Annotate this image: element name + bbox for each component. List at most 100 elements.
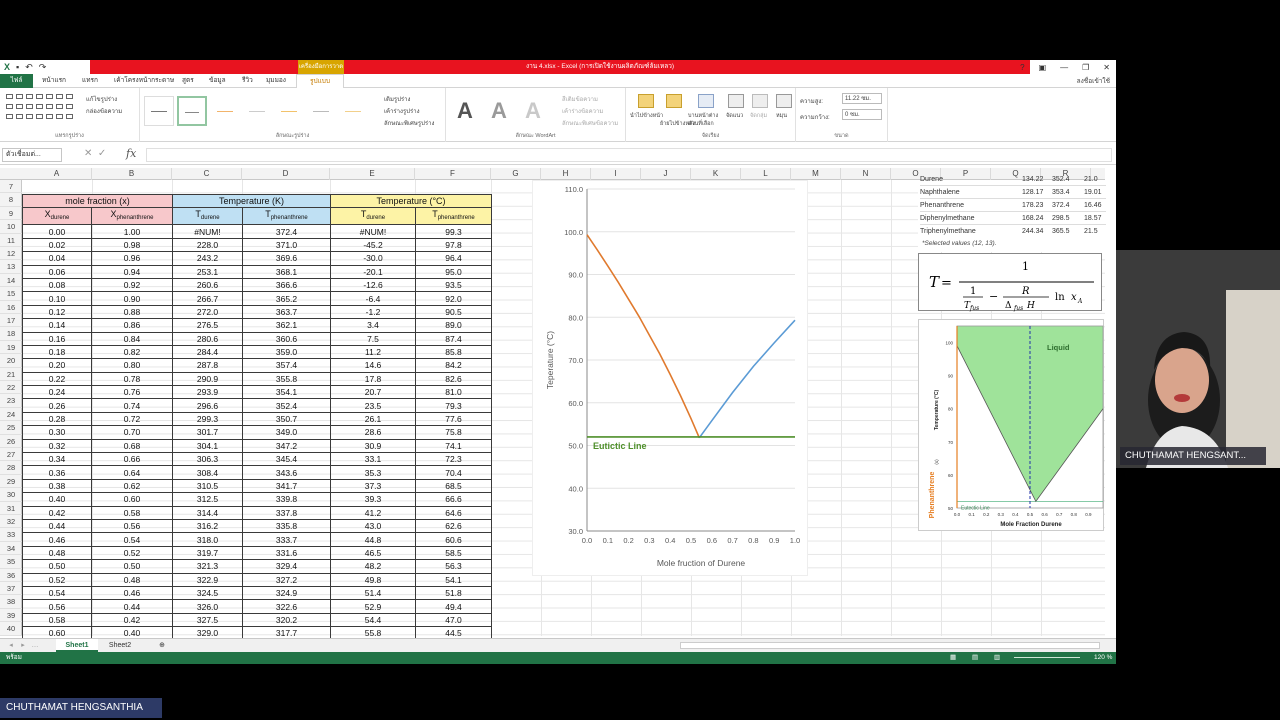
cell-t-durene-c[interactable]: 54.4 <box>330 612 416 628</box>
cell-x-phenanthrene[interactable]: 0.92 <box>91 277 173 293</box>
cell-t-durene-c[interactable]: 41.2 <box>330 505 416 520</box>
cell-x-phenanthrene[interactable]: 0.64 <box>91 465 173 480</box>
cell-x-phenanthrene[interactable]: 0.42 <box>91 612 173 628</box>
rotate-label[interactable]: หมุน <box>776 112 787 120</box>
header-temperature-k[interactable]: Temperature (K) <box>172 193 331 209</box>
header-t-durene-c[interactable]: Tdurene <box>330 207 416 226</box>
cell-t-durene-k[interactable]: 276.5 <box>172 318 243 333</box>
column-header[interactable]: J <box>641 168 691 180</box>
cell-x-durene[interactable]: 0.36 <box>22 465 92 480</box>
shape-outline-button[interactable]: เค้าร่างรูปร่าง <box>384 106 420 116</box>
cell-t-durene-k[interactable]: 272.0 <box>172 304 243 320</box>
bring-forward-label[interactable]: นำไปข้างหน้า <box>630 112 663 120</box>
cell-t-durene-k[interactable]: 296.6 <box>172 398 243 413</box>
cell-t-phenanthrene-c[interactable]: 74.1 <box>415 438 492 454</box>
cell-t-durene-c[interactable]: #NUM! <box>330 224 416 239</box>
cell-x-durene[interactable]: 0.16 <box>22 331 92 346</box>
row-header[interactable]: 15 <box>0 287 22 301</box>
column-header[interactable]: A <box>22 168 92 180</box>
row-header[interactable]: 39 <box>0 609 22 623</box>
cell-x-durene[interactable]: 0.58 <box>22 612 92 628</box>
column-header[interactable]: E <box>330 168 415 180</box>
cell-t-phenanthrene-c[interactable]: 77.6 <box>415 411 492 427</box>
cell-x-durene[interactable]: 0.42 <box>22 505 92 520</box>
cell-t-phenanthrene-k[interactable]: 327.2 <box>242 572 331 587</box>
cell-t-phenanthrene-k[interactable]: 322.6 <box>242 599 331 614</box>
cell-t-phenanthrene-c[interactable]: 51.8 <box>415 585 492 601</box>
row-header[interactable]: 29 <box>0 475 22 489</box>
cell-t-phenanthrene-k[interactable]: 320.2 <box>242 612 331 628</box>
cell-t-phenanthrene-c[interactable]: 47.0 <box>415 612 492 628</box>
cell-t-durene-c[interactable]: 44.8 <box>330 532 416 547</box>
cell-t-phenanthrene-k[interactable]: 372.4 <box>242 224 331 239</box>
add-sheet-icon[interactable]: ⊕ <box>152 639 172 652</box>
column-header[interactable]: M <box>791 168 841 180</box>
cell-t-phenanthrene-c[interactable]: 66.6 <box>415 492 492 507</box>
undo-icon[interactable]: ↶ <box>25 62 33 72</box>
cell-t-durene-c[interactable]: 23.5 <box>330 398 416 413</box>
cell-x-durene[interactable]: 0.40 <box>22 492 92 507</box>
column-header[interactable]: F <box>415 168 491 180</box>
cell-x-durene[interactable]: 0.52 <box>22 572 92 587</box>
cell-x-phenanthrene[interactable]: 0.82 <box>91 344 173 360</box>
row-header[interactable]: 21 <box>0 368 22 381</box>
cell-t-phenanthrene-c[interactable]: 49.4 <box>415 599 492 614</box>
cell-x-phenanthrene[interactable]: 0.96 <box>91 251 173 266</box>
next-sheet-icon[interactable]: ▸ <box>18 639 28 652</box>
cell-t-durene-c[interactable]: 39.3 <box>330 492 416 507</box>
cell-t-phenanthrene-k[interactable]: 359.0 <box>242 344 331 360</box>
cell-t-durene-c[interactable]: 43.0 <box>330 518 416 534</box>
zoom-level[interactable]: 120 % <box>1094 652 1112 664</box>
text-effects-button[interactable]: ลักษณะพิเศษข้อความ <box>562 118 618 128</box>
cell-t-durene-k[interactable]: 321.3 <box>172 559 243 574</box>
cell-x-phenanthrene[interactable]: 0.54 <box>91 532 173 547</box>
column-header[interactable]: C <box>172 168 242 180</box>
cell-x-durene[interactable]: 0.02 <box>22 237 92 253</box>
cell-t-phenanthrene-c[interactable]: 79.3 <box>415 398 492 413</box>
header-x-durene[interactable]: Xdurene <box>22 207 92 226</box>
minimize-icon[interactable]: — <box>1060 63 1068 72</box>
tab-insert[interactable]: แทรก <box>82 76 98 86</box>
tab-review[interactable]: รีวิว <box>242 76 253 86</box>
restore-icon[interactable]: ❐ <box>1082 63 1089 72</box>
shape-style-3[interactable] <box>210 96 240 126</box>
row-header[interactable]: 40 <box>0 622 22 636</box>
cell-t-durene-k[interactable]: 308.4 <box>172 465 243 480</box>
cell-t-durene-k[interactable]: 260.6 <box>172 277 243 293</box>
cell-t-phenanthrene-c[interactable]: 72.3 <box>415 452 492 467</box>
rotate-icon[interactable] <box>776 94 792 108</box>
cell-x-phenanthrene[interactable]: 0.90 <box>91 291 173 306</box>
tab-file[interactable]: ไฟล์ <box>0 74 33 88</box>
cell-t-durene-c[interactable]: 20.7 <box>330 385 416 400</box>
cell-t-durene-k[interactable]: 243.2 <box>172 251 243 266</box>
cell-t-phenanthrene-c[interactable]: 93.5 <box>415 277 492 293</box>
cell-t-phenanthrene-c[interactable]: 92.0 <box>415 291 492 306</box>
cell-x-durene[interactable]: 0.06 <box>22 264 92 279</box>
column-header[interactable]: K <box>691 168 741 180</box>
row-header[interactable]: 7 <box>0 180 22 194</box>
cell-t-durene-k[interactable]: 326.0 <box>172 599 243 614</box>
row-header[interactable]: 16 <box>0 301 22 314</box>
name-box[interactable]: ตัวเชื่อมต่... <box>2 148 62 162</box>
row-header[interactable]: 26 <box>0 435 22 448</box>
column-header[interactable]: G <box>491 168 541 180</box>
more-sheets-icon[interactable]: … <box>30 639 40 652</box>
cell-x-phenanthrene[interactable]: 0.80 <box>91 358 173 373</box>
cell-t-phenanthrene-c[interactable]: 68.5 <box>415 478 492 494</box>
view-page-layout-icon[interactable]: ▤ <box>972 652 978 664</box>
shape-style-5[interactable] <box>274 96 304 126</box>
row-header[interactable]: 9 <box>0 207 22 221</box>
row-header[interactable]: 30 <box>0 488 22 502</box>
tab-page-layout[interactable]: เค้าโครงหน้ากระดาษ <box>114 76 174 86</box>
cell-t-phenanthrene-c[interactable]: 75.8 <box>415 425 492 440</box>
cell-x-durene[interactable]: 0.28 <box>22 411 92 427</box>
row-header[interactable]: 8 <box>0 193 22 207</box>
cell-x-durene[interactable]: 0.44 <box>22 518 92 534</box>
row-header[interactable]: 36 <box>0 569 22 582</box>
cell-t-durene-c[interactable]: 48.2 <box>330 559 416 574</box>
align-icon[interactable] <box>728 94 744 108</box>
cell-x-phenanthrene[interactable]: 0.98 <box>91 237 173 253</box>
view-page-break-icon[interactable]: ▥ <box>994 652 1000 664</box>
ribbon-display-icon[interactable]: ▣ <box>1039 63 1047 72</box>
row-header[interactable]: 37 <box>0 582 22 596</box>
